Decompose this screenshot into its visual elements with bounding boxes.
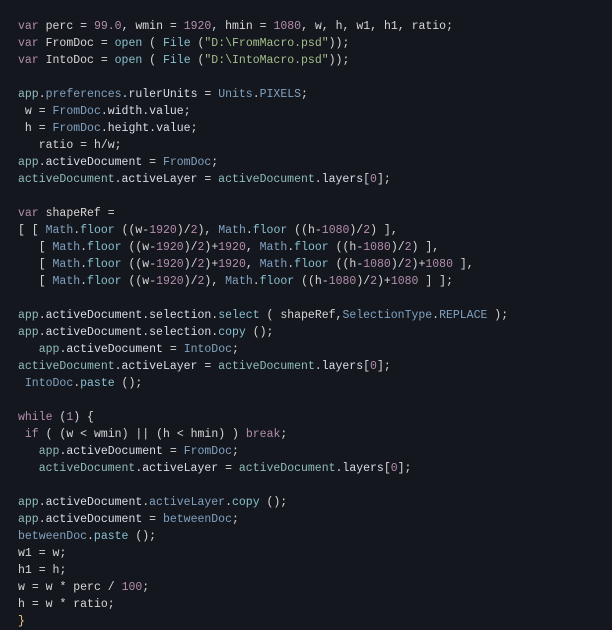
code-line: if ( (w < wmin) || (h < hmin) ) break; [18, 428, 287, 441]
code-line: h = FromDoc.height.value; [18, 122, 198, 135]
code-line: [ Math.floor ((w-1920)/2)+1920, Math.flo… [18, 258, 474, 271]
code-line: [ Math.floor ((w-1920)/2), Math.floor ((… [18, 275, 453, 288]
code-line: var IntoDoc = open ( File ("D:\IntoMacro… [18, 54, 349, 67]
code-block: var perc = 99.0, wmin = 1920, hmin = 108… [0, 0, 612, 630]
code-line: ratio = h/w; [18, 139, 122, 152]
code-line: activeDocument.activeLayer = activeDocum… [18, 360, 391, 373]
code-line: w = FromDoc.width.value; [18, 105, 191, 118]
code-line: IntoDoc.paste (); [18, 377, 142, 390]
code-line: w = w * perc / 100; [18, 581, 149, 594]
code-line: app.activeDocument = IntoDoc; [18, 343, 239, 356]
code-line: app.activeDocument.selection.copy (); [18, 326, 273, 339]
code-line: app.activeDocument = FromDoc; [18, 156, 218, 169]
code-line: activeDocument.activeLayer = activeDocum… [18, 173, 391, 186]
code-line: w1 = w; [18, 547, 66, 560]
code-line: [ Math.floor ((w-1920)/2)+1920, Math.flo… [18, 241, 439, 254]
code-line: var shapeRef = [18, 207, 115, 220]
code-line: h1 = h; [18, 564, 66, 577]
code-line: activeDocument.activeLayer = activeDocum… [18, 462, 411, 475]
code-line: var perc = 99.0, wmin = 1920, hmin = 108… [18, 20, 453, 33]
code-line: betweenDoc.paste (); [18, 530, 156, 543]
code-line: while (1) { [18, 411, 94, 424]
code-line: var FromDoc = open ( File ("D:\FromMacro… [18, 37, 349, 50]
code-line: app.activeDocument = FromDoc; [18, 445, 239, 458]
code-line: [ [ Math.floor ((w-1920)/2), Math.floor … [18, 224, 398, 237]
code-line: app.activeDocument = betweenDoc; [18, 513, 239, 526]
code-line: } [18, 615, 25, 628]
code-line: h = w * ratio; [18, 598, 115, 611]
code-line: app.activeDocument.selection.select ( sh… [18, 309, 508, 322]
code-line: app.preferences.rulerUnits = Units.PIXEL… [18, 88, 308, 101]
code-line: app.activeDocument.activeLayer.copy (); [18, 496, 287, 509]
